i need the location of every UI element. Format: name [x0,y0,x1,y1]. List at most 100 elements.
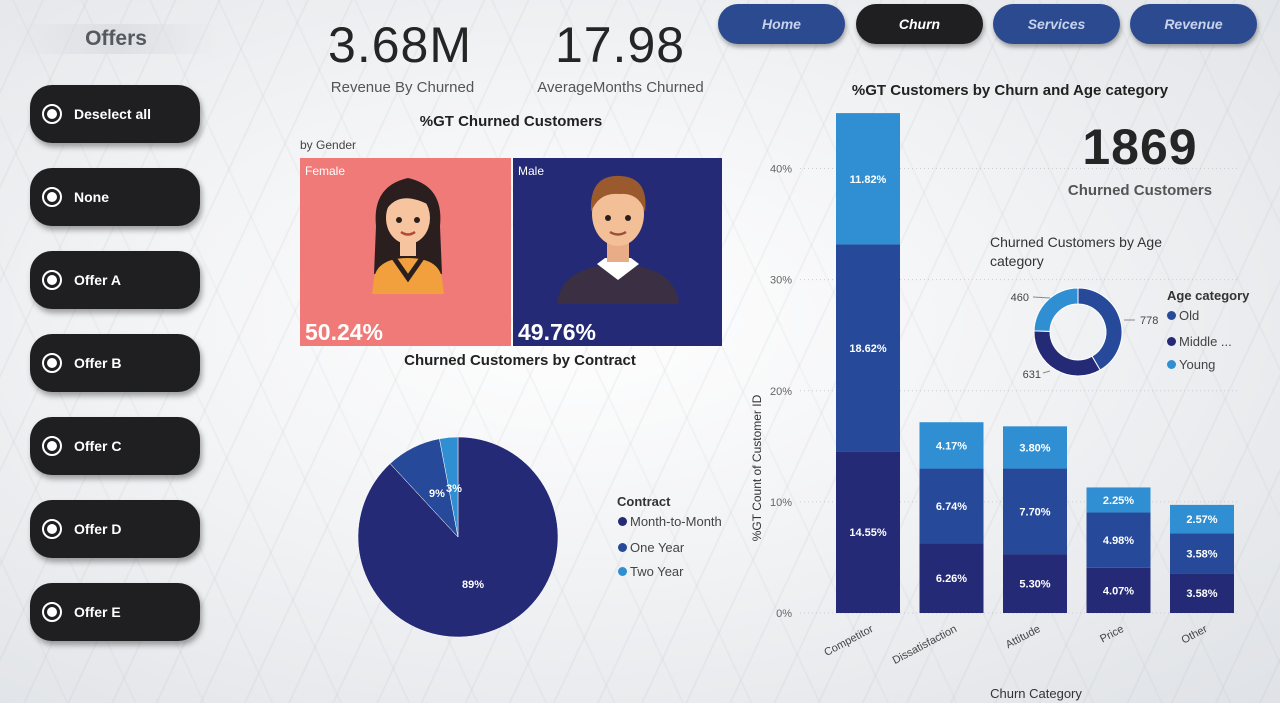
bar-data-label: 2.57% [1186,514,1217,526]
x-tick-label: Competitor [822,623,875,659]
legend-swatch [1167,360,1176,369]
radio-icon [42,353,62,373]
bar-data-label: 7.70% [1019,506,1050,518]
y-tick-label: 40% [770,164,792,176]
x-axis-label: Churn Category [990,686,1082,701]
bar-data-label: 14.55% [849,527,887,539]
legend-label: Old [1179,308,1200,323]
contract-legend-item[interactable]: One Year [618,540,684,555]
offer-button-offer-b[interactable]: Offer B [30,334,200,392]
kpi-revenue-value: 3.68M [328,17,472,73]
donut-slice-young [1033,287,1079,332]
male-tile[interactable]: Male 49.76% [513,158,722,346]
radio-icon [42,187,62,207]
kpi-churned-value: 1869 [1082,119,1198,175]
offer-button-offer-e[interactable]: Offer E [30,583,200,641]
age-donut-chart: 778 631 460 [1011,287,1158,381]
female-avatar-icon [372,178,444,294]
female-tile[interactable]: Female 50.24% [300,158,511,346]
male-percentage: 49.76% [518,319,597,345]
offer-button-offer-d[interactable]: Offer D [30,500,200,558]
x-tick-label: Price [1098,623,1126,645]
legend-swatch [618,543,627,552]
age-legend-item[interactable]: Young [1167,357,1215,372]
bar-data-label: 5.30% [1019,579,1050,591]
bar-data-label: 4.17% [936,440,967,452]
y-tick-label: 0% [776,608,792,620]
kpi-churned-label: Churned Customers [1067,182,1213,199]
nav-home-button[interactable]: Home [718,4,845,44]
offer-label: Offer D [74,521,122,537]
age-legend-title: Age category [1167,288,1250,303]
bar-data-label: 2.25% [1103,495,1134,507]
female-percentage: 50.24% [305,319,384,345]
offer-label: Offer E [74,604,121,620]
offer-button-none[interactable]: None [30,168,200,226]
donut-data-label: 631 [1023,369,1041,381]
pie-data-label: 3% [446,483,462,495]
bar-data-label: 3.58% [1186,548,1217,560]
legend-swatch [618,517,627,526]
contract-title: Churned Customers by Contract [404,352,636,369]
x-tick-label: Dissatisfaction [891,623,959,667]
bar-data-label: 4.98% [1103,535,1134,547]
stacked-chart-title: %GT Customers by Churn and Age category [851,82,1169,99]
legend-label: Young [1179,357,1216,372]
pie-data-label: 89% [462,579,484,591]
contract-legend-item[interactable]: Month-to-Month [618,514,722,529]
pie-data-label: 9% [429,488,445,500]
legend-swatch [1167,311,1176,320]
offer-label: Deselect all [74,106,152,122]
kpi-months-value: 17.98 [554,17,686,73]
x-tick-label: Attitude [1004,623,1043,651]
radio-icon [42,436,62,456]
gender-subtitle: by Gender [300,138,357,152]
kpi-revenue-label: Revenue By Churned [330,79,475,96]
donut-data-label: 778 [1140,315,1158,327]
legend-swatch [1167,337,1176,346]
offer-button-offer-c[interactable]: Offer C [30,417,200,475]
legend-swatch [618,567,627,576]
legend-label: Month-to-Month [630,514,722,529]
offer-label: Offer A [74,272,121,288]
donut-data-label: 460 [1011,292,1029,304]
donut-leader-line [1042,370,1051,374]
legend-label: Two Year [630,564,684,579]
offer-label: Offer B [74,355,122,371]
contract-legend-item[interactable]: Two Year [618,564,684,579]
donut-slice-middle- [1033,330,1101,377]
offer-label: Offer C [74,438,122,454]
nav-churn-button[interactable]: Churn [856,4,983,44]
offer-button-deselect-all[interactable]: Deselect all [30,85,200,143]
male-avatar-icon [557,175,679,304]
nav-revenue-button[interactable]: Revenue [1130,4,1257,44]
bar-data-label: 11.82% [850,174,887,186]
age-legend-item[interactable]: Old [1167,308,1199,323]
contract-pie-chart: 89% 9% 3% [357,436,559,638]
radio-icon [42,104,62,124]
offer-button-offer-a[interactable]: Offer A [30,251,200,309]
nav-services-button[interactable]: Services [993,4,1120,44]
bar-data-label: 4.07% [1103,585,1134,597]
donut-slice-old [1077,287,1123,371]
contract-legend-title: Contract [617,494,671,509]
bar-data-label: 3.58% [1186,588,1217,600]
x-tick-label: Other [1179,623,1209,647]
y-tick-label: 30% [770,275,792,287]
donut-leader-line [1032,296,1051,299]
bar-data-label: 18.62% [849,343,887,355]
age-legend-item[interactable]: Middle ... [1167,334,1232,349]
radio-icon [42,519,62,539]
legend-label: Middle ... [1179,334,1232,349]
offers-title: Offers [14,24,218,54]
bar-data-label: 6.74% [936,501,967,513]
male-label: Male [518,164,545,178]
age-chart-title: Churned Customers by Age category [990,234,1162,269]
female-label: Female [305,164,346,178]
radio-icon [42,270,62,290]
offer-label: None [74,189,109,205]
y-tick-label: 20% [770,386,792,398]
radio-icon [42,602,62,622]
y-tick-label: 10% [770,497,792,509]
gender-title: %GT Churned Customers [419,113,603,130]
